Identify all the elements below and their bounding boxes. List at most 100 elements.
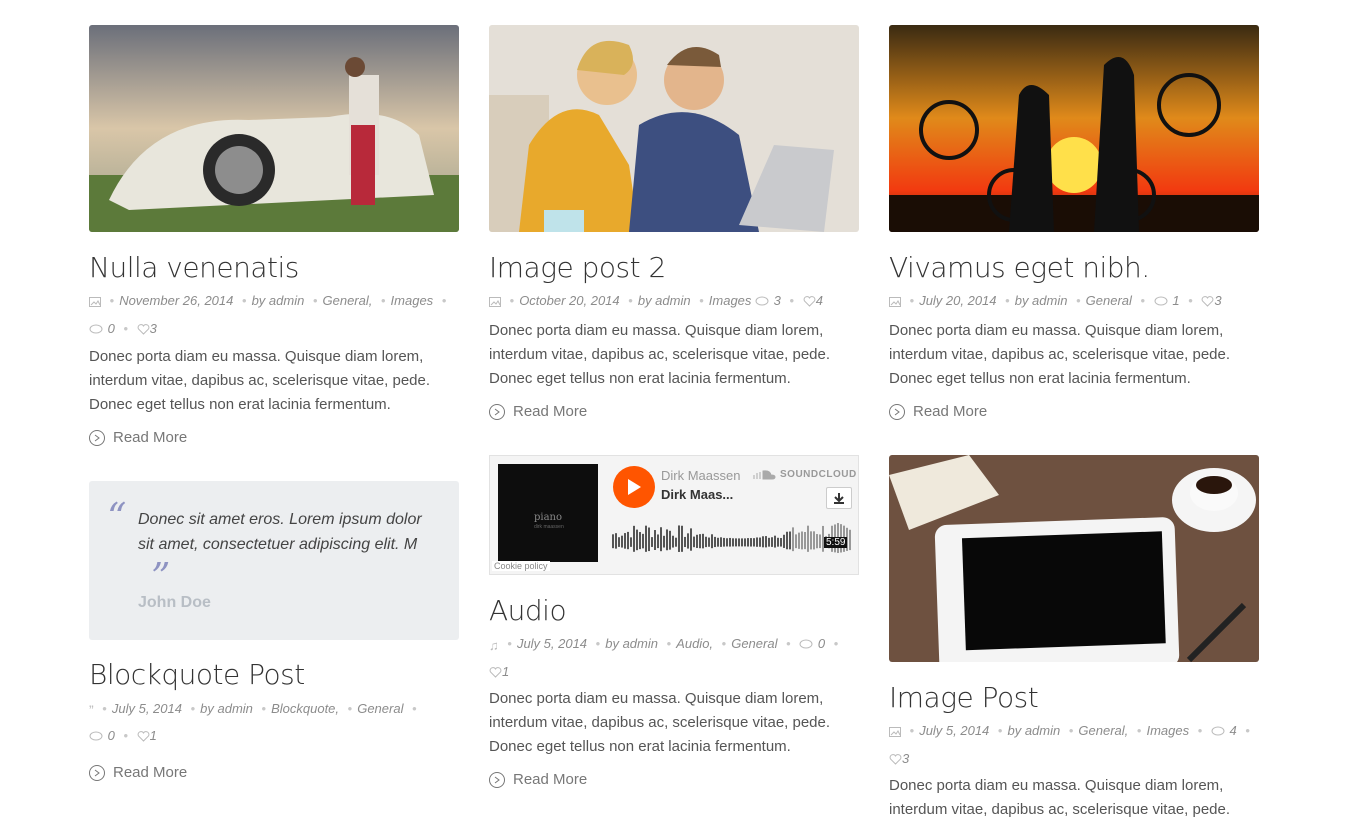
read-more-label[interactable]: Read More	[513, 771, 587, 788]
heart-icon[interactable]	[803, 290, 816, 316]
heart-icon[interactable]	[1201, 290, 1214, 316]
waveform-bar[interactable]	[774, 535, 776, 548]
waveform-bar[interactable]	[726, 538, 728, 547]
post-date[interactable]: July 5, 2014	[112, 701, 182, 716]
waveform-bar[interactable]	[753, 538, 755, 547]
waveform-bar[interactable]	[705, 536, 707, 548]
post-date[interactable]: July 20, 2014	[919, 293, 996, 308]
waveform-bar[interactable]	[747, 538, 749, 547]
like-count[interactable]: 1	[150, 728, 157, 743]
category-link[interactable]: Audio	[676, 636, 709, 651]
waveform-bar[interactable]	[693, 536, 695, 548]
waveform-bar[interactable]	[714, 536, 716, 548]
post-title[interactable]: Image Post	[889, 681, 1039, 715]
waveform-bar[interactable]	[771, 537, 773, 547]
like-count[interactable]: 1	[502, 664, 509, 679]
category-link[interactable]: General	[1086, 293, 1132, 308]
waveform-bar[interactable]	[795, 534, 797, 549]
post-thumbnail-tablet-coffee[interactable]	[889, 455, 1259, 662]
waveform-bar[interactable]	[666, 529, 668, 551]
waveform-bar[interactable]	[702, 533, 704, 549]
waveform-bar[interactable]	[789, 531, 791, 550]
comments-icon[interactable]	[1211, 720, 1226, 746]
comments-icon[interactable]	[89, 318, 104, 344]
post-title[interactable]: Nulla venenatis	[89, 251, 299, 285]
comment-count[interactable]: 0	[108, 321, 115, 336]
heart-icon[interactable]	[489, 661, 502, 687]
heart-icon[interactable]	[137, 725, 150, 751]
heart-icon[interactable]	[137, 318, 150, 344]
waveform-bar[interactable]	[801, 531, 803, 550]
waveform-bar[interactable]	[684, 536, 686, 548]
waveform-bar[interactable]	[717, 537, 719, 547]
waveform-bar[interactable]	[783, 534, 785, 548]
post-title[interactable]: Vivamus eget nibh.	[889, 251, 1150, 285]
read-more-label[interactable]: Read More	[113, 764, 187, 781]
comments-icon[interactable]	[799, 633, 814, 659]
comments-icon[interactable]	[755, 290, 770, 316]
read-more-link[interactable]: Read More	[489, 403, 587, 420]
category-link[interactable]: General	[357, 701, 403, 716]
waveform-bar[interactable]	[618, 537, 620, 547]
waveform-bar[interactable]	[690, 528, 692, 551]
comment-count[interactable]: 0	[818, 636, 825, 651]
waveform-bar[interactable]	[738, 538, 740, 547]
post-date[interactable]: November 26, 2014	[119, 293, 233, 308]
track-artist[interactable]: Dirk Maassen	[661, 468, 740, 483]
post-title[interactable]: Image post 2	[489, 251, 666, 285]
category-link[interactable]: General	[323, 293, 369, 308]
waveform-bar[interactable]	[642, 533, 644, 549]
waveform-bar[interactable]	[663, 535, 665, 548]
read-more-label[interactable]: Read More	[113, 429, 187, 446]
waveform-bar[interactable]	[708, 537, 710, 547]
waveform-bar[interactable]	[696, 534, 698, 548]
soundcloud-logo[interactable]: SOUNDCLOUD	[752, 469, 857, 480]
comment-count[interactable]: 0	[108, 728, 115, 743]
comments-icon[interactable]	[89, 725, 104, 751]
waveform-bar[interactable]	[813, 531, 815, 550]
waveform-bar[interactable]	[765, 536, 767, 548]
waveform-bar[interactable]	[657, 534, 659, 549]
waveform-bar[interactable]	[741, 538, 743, 547]
post-date[interactable]: July 5, 2014	[517, 636, 587, 651]
soundcloud-player[interactable]: piano dirk maassen Cookie policy Dirk Ma…	[489, 455, 859, 575]
read-more-link[interactable]: Read More	[889, 403, 987, 420]
waveform-bar[interactable]	[849, 529, 851, 551]
like-count[interactable]: 4	[816, 293, 823, 308]
waveform-bar[interactable]	[798, 532, 800, 549]
heart-icon[interactable]	[889, 748, 902, 774]
waveform-bar[interactable]	[672, 535, 674, 548]
waveform-bar[interactable]	[687, 533, 689, 549]
post-author[interactable]: by admin	[605, 636, 658, 651]
waveform-bar[interactable]	[720, 537, 722, 547]
waveform-bar[interactable]	[759, 537, 761, 547]
category-link[interactable]: General	[731, 636, 777, 651]
waveform-bar[interactable]	[807, 525, 809, 552]
waveform-bar[interactable]	[732, 538, 734, 547]
waveform-bar[interactable]	[819, 534, 821, 549]
cookie-policy-link[interactable]: Cookie policy	[492, 561, 550, 571]
waveform-bar[interactable]	[744, 538, 746, 547]
waveform-bar[interactable]	[735, 538, 737, 547]
comment-count[interactable]: 1	[1172, 293, 1179, 308]
comments-icon[interactable]	[1154, 290, 1169, 316]
waveform-bar[interactable]	[792, 527, 794, 552]
category-link[interactable]: Images	[391, 293, 434, 308]
post-title[interactable]: Blockquote Post	[89, 658, 305, 692]
waveform-bar[interactable]	[651, 537, 653, 547]
play-button[interactable]	[613, 466, 655, 508]
category-link[interactable]: General	[1078, 723, 1124, 738]
category-link[interactable]: Images	[709, 293, 752, 308]
download-button[interactable]	[826, 487, 852, 509]
post-author[interactable]: by admin	[638, 293, 691, 308]
waveform-bar[interactable]	[639, 532, 641, 550]
category-link[interactable]: Images	[1146, 723, 1189, 738]
waveform-bar[interactable]	[729, 537, 731, 547]
post-author[interactable]: by admin	[200, 701, 253, 716]
waveform-bar[interactable]	[648, 527, 650, 552]
post-author[interactable]: by admin	[1015, 293, 1068, 308]
waveform-bar[interactable]	[660, 527, 662, 552]
waveform-bar[interactable]	[669, 530, 671, 550]
waveform-bar[interactable]	[699, 534, 701, 549]
waveform-bar[interactable]	[756, 537, 758, 547]
